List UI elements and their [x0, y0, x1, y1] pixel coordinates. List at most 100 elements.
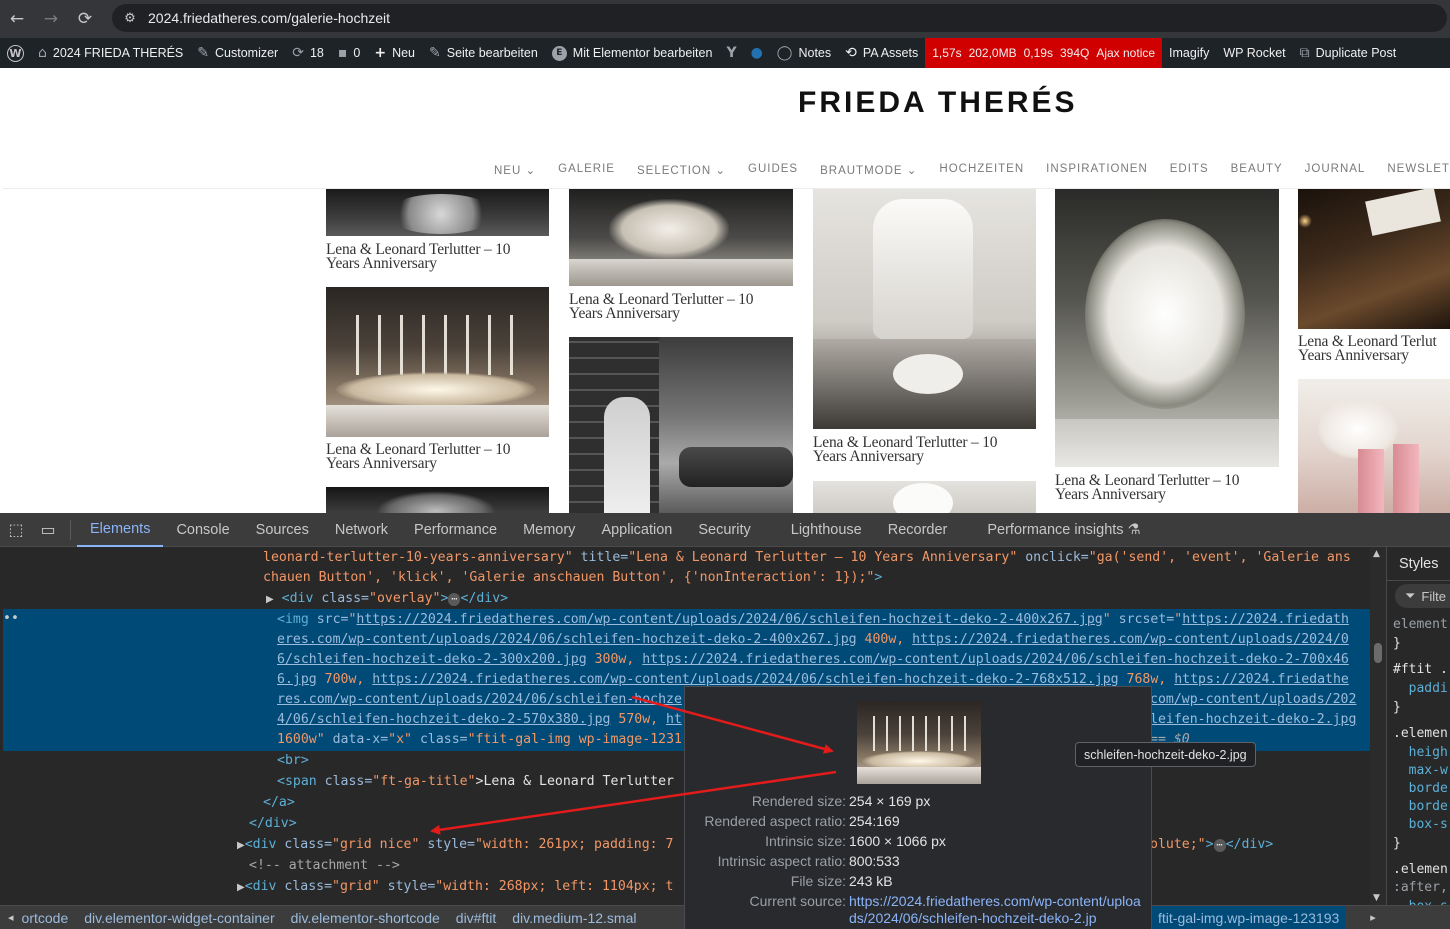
srcset-link[interactable]: https://2024.friedatheres.com/wp-content… [912, 632, 1349, 647]
gallery-image[interactable] [813, 189, 1036, 429]
srcset-link[interactable]: https://2024.friedathe [1174, 672, 1349, 687]
style-rule[interactable]: borde [1393, 781, 1448, 796]
styles-filter-input[interactable]: ⏷ Filte [1395, 584, 1450, 608]
yoast-item[interactable]: Y [719, 38, 743, 68]
tab-memory[interactable]: Memory [510, 513, 588, 547]
comments-item[interactable]: ▪ 0 [331, 38, 367, 68]
src-link[interactable]: https://2024.friedatheres.com/wp-content… [356, 612, 1102, 627]
pa-assets-item[interactable]: ⟲ PA Assets [838, 38, 925, 68]
code-line[interactable]: ▶<div class="grid nice" style="width: 26… [237, 835, 673, 856]
breadcrumb-item[interactable]: div.elementor-widget-container [76, 910, 282, 926]
gallery-image[interactable] [326, 287, 549, 437]
code-line[interactable]: </div> [249, 814, 297, 834]
menu-item-brautmode[interactable]: BRAUTMODE ⌄ [809, 163, 928, 177]
style-rule[interactable]: #ftit . [1393, 662, 1448, 677]
address-bar[interactable]: ⚙ 2024.friedatheres.com/galerie-hochzeit [112, 4, 1447, 32]
code-line[interactable]: eres.com/wp-content/uploads/2024/06/schl… [277, 630, 1349, 650]
menu-item-neu[interactable]: NEU ⌄ [483, 163, 547, 177]
code-line[interactable]: olute;"> ⋯ </div> [1150, 835, 1273, 855]
url-text[interactable]: 2024.friedatheres.com/galerie-hochzeit [148, 10, 390, 26]
breadcrumb-item[interactable]: div.elementor-shortcode [283, 910, 448, 926]
code-line[interactable]: leifen-hochzeit-deko-2.jpg [1150, 710, 1356, 730]
menu-item-journal[interactable]: JOURNAL [1294, 163, 1377, 177]
menu-item-hochzeiten[interactable]: HOCHZEITEN [928, 163, 1035, 177]
wp-logo-item[interactable]: W [0, 38, 31, 68]
tab-performance[interactable]: Performance [401, 513, 510, 547]
breadcrumb-item[interactable]: div.medium-12.smal [504, 910, 644, 926]
breadcrumb-item-active[interactable]: ftit-gal-img.wp-image-123193 [1152, 906, 1346, 929]
tab-network[interactable]: Network [322, 513, 401, 547]
comment-node[interactable]: <!-- attachment --> [249, 856, 400, 876]
gallery-caption[interactable]: Lena & Leonard Terlutter – 10 Years Anniv… [813, 435, 998, 465]
site-info-icon[interactable]: ⚙ [112, 11, 148, 26]
gallery-image[interactable] [326, 189, 549, 236]
duplicate-post-item[interactable]: ⧉ Duplicate Post [1293, 38, 1404, 68]
forward-icon[interactable]: → [34, 3, 68, 35]
menu-item-inspirationen[interactable]: INSPIRATIONEN [1035, 163, 1159, 177]
srcset-link[interactable]: leifen-hochzeit-deko-2.jpg [1150, 712, 1356, 727]
menu-item-galerie[interactable]: GALERIE [547, 163, 626, 177]
back-icon[interactable]: ← [0, 3, 34, 35]
gallery-image[interactable] [326, 487, 549, 513]
style-rule[interactable]: max-w [1393, 763, 1448, 778]
tab-sources[interactable]: Sources [243, 513, 322, 547]
style-rule[interactable]: .elemen [1393, 862, 1448, 877]
tab-application[interactable]: Application [588, 513, 685, 547]
gallery-image[interactable] [1055, 189, 1279, 467]
current-source-link[interactable]: https://2024.friedatheres.com/wp-content… [849, 893, 1145, 927]
expand-triangle-icon[interactable]: ▶ [266, 594, 274, 605]
elementor-edit-item[interactable]: E Mit Elementor bearbeiten [545, 38, 720, 68]
breadcrumb-item[interactable]: ortcode [22, 910, 77, 926]
code-line[interactable]: chauen Button', 'klick', 'Galerie anscha… [263, 568, 882, 588]
tab-security[interactable]: Security [685, 513, 763, 547]
srcset-link[interactable]: res.com/wp-content/uploads/2024/06/schle… [277, 692, 682, 707]
style-rule[interactable]: paddi [1393, 681, 1448, 696]
device-toolbar-icon[interactable]: ▭ [32, 520, 64, 539]
code-line[interactable]: <br> [277, 751, 309, 771]
notes-item[interactable]: ◯ Notes [770, 38, 838, 68]
code-line[interactable]: leonard-terlutter-10-years-anniversary" … [263, 548, 1351, 568]
code-line[interactable]: com/wp-content/uploads/202 [1150, 690, 1356, 710]
scroll-down-icon[interactable]: ▼ [1373, 893, 1380, 903]
tab-performance-insights[interactable]: Performance insights ⚗ [974, 513, 1153, 547]
new-item[interactable]: + Neu [367, 38, 422, 68]
gallery-image[interactable] [813, 481, 1036, 513]
edit-page-item[interactable]: ✎ Seite bearbeiten [422, 38, 545, 68]
expand-triangle-icon[interactable]: ▶ [237, 840, 245, 851]
gallery-caption[interactable]: Lena & Leonard Terlutter – 10 Years Anniv… [326, 442, 511, 472]
tab-elements[interactable]: Elements [77, 513, 164, 547]
menu-item-newsletter[interactable]: NEWSLETTER [1376, 163, 1450, 177]
seo-status-item[interactable]: ● [744, 38, 770, 68]
customizer-item[interactable]: ✎ Customizer [190, 38, 285, 68]
srcset-link[interactable]: https://2024.friedatheres.com/wp-content… [642, 652, 1349, 667]
gallery-image[interactable] [1298, 189, 1450, 329]
srcset-link[interactable]: https://2024.friedath [1182, 612, 1349, 627]
gallery-caption[interactable]: Lena & Leonard Terlutter – 10 Years Anniv… [569, 292, 754, 322]
scrollbar-thumb[interactable] [1374, 643, 1382, 663]
code-line[interactable]: </a> [263, 793, 295, 813]
query-monitor-item[interactable]: 1,57s 202,0MB 0,19s 394Q Ajax notice [925, 38, 1163, 68]
breadcrumb-scroll-left-icon[interactable]: ◂ [0, 911, 22, 924]
gallery-caption[interactable]: Lena & Leonard Terlut Years Anniversary [1298, 334, 1437, 364]
style-rule[interactable]: .elemen [1393, 726, 1448, 741]
menu-item-edits[interactable]: EDITS [1159, 163, 1220, 177]
srcset-link[interactable]: 6/schleifen-hochzeit-deko-2-300x200.jpg [277, 652, 587, 667]
style-rule[interactable]: box-s [1393, 817, 1448, 832]
wp-rocket-item[interactable]: WP Rocket [1216, 38, 1292, 68]
collapsed-ellipsis[interactable]: ⋯ [448, 593, 461, 606]
srcset-link[interactable]: 6.jpg [277, 672, 317, 687]
srcset-link[interactable]: com/wp-content/uploads/202 [1150, 692, 1356, 707]
tab-lighthouse[interactable]: Lighthouse [778, 513, 875, 547]
gallery-image[interactable] [569, 189, 793, 286]
menu-item-beauty[interactable]: BEAUTY [1220, 163, 1294, 177]
style-rule[interactable]: heigh [1393, 745, 1448, 760]
style-rule[interactable]: borde [1393, 799, 1448, 814]
srcset-link[interactable]: https://2024.friedatheres.com/wp-content… [372, 672, 1118, 687]
style-rule[interactable]: :after, [1393, 880, 1448, 895]
site-name-item[interactable]: ⌂ 2024 FRIEDA THERÉS [31, 38, 190, 68]
code-line[interactable]: <span class="ft-ga-title">Lena & Leonard… [277, 772, 674, 792]
code-line[interactable]: 6/schleifen-hochzeit-deko-2-300x200.jpg … [277, 650, 1349, 670]
breadcrumb-item[interactable]: div#ftit [448, 910, 504, 926]
tab-console[interactable]: Console [163, 513, 242, 547]
gallery-caption[interactable]: Lena & Leonard Terlutter – 10 Years Anniv… [1055, 473, 1240, 503]
